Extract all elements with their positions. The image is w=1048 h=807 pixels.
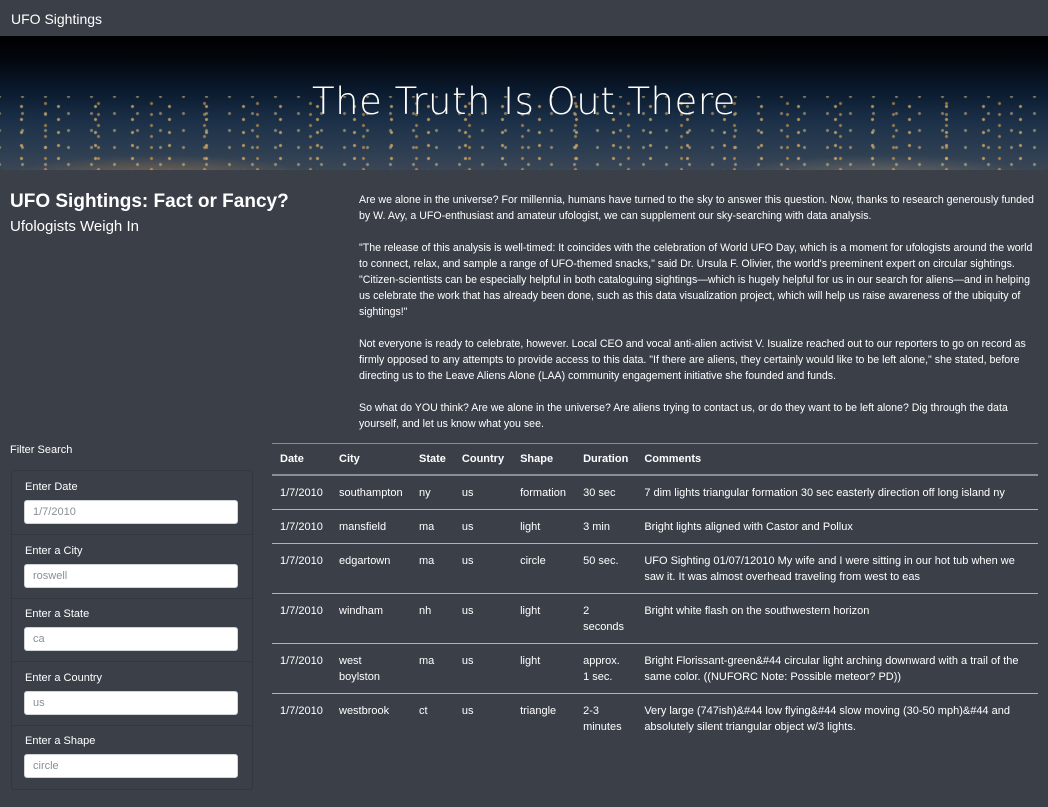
cell-date: 1/7/2010 (272, 509, 331, 544)
filter-label-state: Enter a State (25, 608, 90, 620)
filter-label-city: Enter a City (25, 545, 83, 557)
intro-title: UFO Sightings: Fact or Fancy? (10, 191, 289, 212)
cell-duration: 2-3 minutes (583, 705, 622, 733)
filter-label-shape: Enter a Shape (25, 735, 96, 747)
cell-date: 1/7/2010 (272, 593, 331, 644)
city-input[interactable] (24, 564, 238, 588)
filter-label-date: Enter Date (25, 481, 78, 493)
cell-shape: formation (512, 475, 576, 510)
cell-shape: circle (512, 543, 576, 594)
filter-search-title: Filter Search (10, 444, 73, 456)
cell-comments: Bright white flash on the southwestern h… (636, 593, 1038, 644)
filter-item-city: Enter a City (12, 535, 252, 599)
cell-date: 1/7/2010 (272, 543, 331, 594)
table-row: 1/7/2010 windham nh us light 2 seconds B… (272, 593, 1038, 644)
cell-state: ny (411, 475, 454, 510)
filter-item-date: Enter Date (12, 471, 252, 535)
column-header-city: City (331, 443, 411, 476)
cell-country: us (453, 509, 513, 544)
cell-shape: light (512, 643, 576, 694)
cell-duration: 50 sec. (575, 543, 637, 594)
table-row: 1/7/2010 westbrook ct us triangle 2-3 mi… (272, 694, 1038, 744)
navbar: UFO Sightings (0, 0, 1048, 36)
ufo-table: Date City State Country Shape Duration C… (272, 443, 1038, 743)
shape-input[interactable] (24, 754, 238, 778)
date-input[interactable] (24, 500, 238, 524)
cell-shape: light (512, 593, 576, 644)
intro-heading: UFO Sightings: Fact or Fancy? Ufologists… (10, 190, 340, 239)
cell-date: 1/7/2010 (280, 705, 323, 717)
cell-comments: 7 dim lights triangular formation 30 sec… (636, 475, 1038, 510)
table-header-row: Date City State Country Shape Duration C… (272, 443, 1038, 476)
hero-banner: The Truth Is Out There (0, 36, 1048, 170)
cell-country: us (453, 593, 513, 644)
cell-state: ma (411, 543, 454, 594)
state-input[interactable] (24, 627, 238, 651)
table-row: 1/7/2010 west boylston ma us light appro… (272, 643, 1038, 694)
hero-title: The Truth Is Out There (312, 80, 736, 123)
cell-comments: Very large (747ish)&#44 low flying&#44 s… (644, 705, 1010, 733)
navbar-brand[interactable]: UFO Sightings (11, 11, 102, 27)
column-header-duration: Duration (575, 443, 637, 476)
cell-city: southampton (331, 475, 411, 510)
cell-city: westbrook (339, 705, 390, 717)
column-header-state: State (411, 443, 454, 476)
article-body: Are we alone in the universe? For millen… (359, 192, 1039, 448)
column-header-comments: Comments (636, 443, 1038, 476)
filter-panel: Enter Date Enter a City Enter a State En… (11, 470, 253, 790)
article-paragraph: Not everyone is ready to celebrate, howe… (359, 338, 1026, 382)
cell-country: us (453, 643, 513, 694)
cell-country: us (453, 543, 513, 594)
column-header-country: Country (453, 443, 513, 476)
cell-duration: 3 min (575, 509, 637, 544)
filter-item-shape: Enter a Shape (12, 725, 252, 788)
column-header-date: Date (272, 443, 331, 476)
cell-city: mansfield (331, 509, 411, 544)
intro-subtitle: Ufologists Weigh In (10, 218, 139, 235)
cell-duration: 30 sec (575, 475, 637, 510)
table-row: 1/7/2010 southampton ny us formation 30 … (272, 475, 1038, 510)
cell-shape: triangle (520, 705, 557, 717)
cell-duration: 2 seconds (575, 593, 637, 644)
cell-date: 1/7/2010 (272, 475, 331, 510)
filter-label-country: Enter a Country (25, 672, 103, 684)
cell-date: 1/7/2010 (272, 643, 331, 694)
article-paragraph: "The release of this analysis is well-ti… (359, 242, 1033, 318)
cell-state: ma (411, 509, 454, 544)
cell-duration: approx. 1 sec. (575, 643, 637, 694)
cell-country: us (461, 705, 474, 717)
cell-comments: UFO Sighting 01/07/12010 My wife and I w… (636, 543, 1038, 594)
article-paragraph: Are we alone in the universe? For millen… (359, 194, 1034, 222)
cell-city: windham (331, 593, 411, 644)
table-row: 1/7/2010 edgartown ma us circle 50 sec. … (272, 543, 1038, 594)
cell-shape: light (512, 509, 576, 544)
article-paragraph: So what do YOU think? Are we alone in th… (359, 402, 1008, 430)
cell-city: west boylston (331, 643, 411, 694)
filter-item-state: Enter a State (12, 598, 252, 662)
cell-country: us (453, 475, 513, 510)
cell-comments: Bright lights aligned with Castor and Po… (636, 509, 1038, 544)
cell-comments: Bright Florissant-green&#44 circular lig… (636, 643, 1038, 694)
table-row: 1/7/2010 mansfield ma us light 3 min Bri… (272, 509, 1038, 544)
cell-state: ct (419, 705, 428, 717)
cell-state: nh (411, 593, 454, 644)
column-header-shape: Shape (512, 443, 576, 476)
country-input[interactable] (24, 691, 238, 715)
filter-item-country: Enter a Country (12, 662, 252, 726)
cell-city: edgartown (331, 543, 411, 594)
cell-state: ma (411, 643, 454, 694)
